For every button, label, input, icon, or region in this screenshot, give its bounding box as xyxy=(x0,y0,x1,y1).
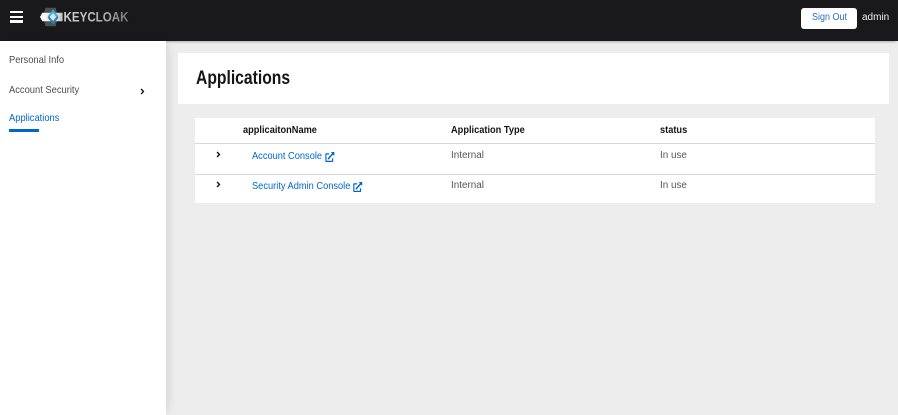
svg-text:KEYCLOAK: KEYCLOAK xyxy=(64,9,129,25)
